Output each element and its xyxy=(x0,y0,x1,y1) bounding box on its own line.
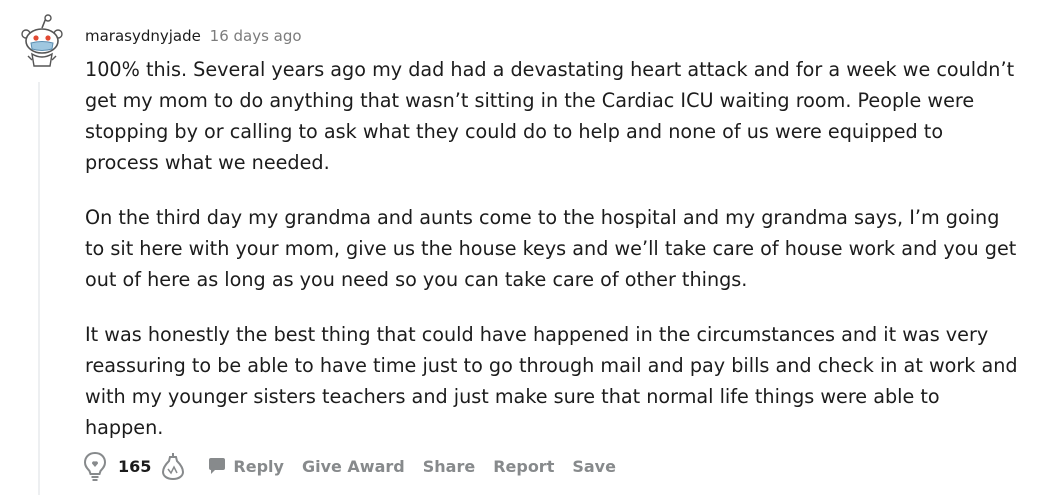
save-button[interactable]: Save xyxy=(572,457,616,476)
comment-paragraph: It was honestly the best thing that coul… xyxy=(85,323,1018,439)
comment-timestamp[interactable]: 16 days ago xyxy=(210,27,302,45)
downvote-bulb-icon xyxy=(162,453,185,481)
give-award-button[interactable]: Give Award xyxy=(302,457,405,476)
reply-button[interactable]: Reply xyxy=(207,456,284,476)
comment-header: marasydnyjade 16 days ago xyxy=(85,26,302,46)
upvote-bulb-icon xyxy=(83,451,107,481)
report-button[interactable]: Report xyxy=(493,457,554,476)
share-button[interactable]: Share xyxy=(423,457,475,476)
downvote-button[interactable] xyxy=(161,451,185,481)
thread-line[interactable] xyxy=(38,82,40,495)
report-label: Report xyxy=(493,456,555,476)
upvote-button[interactable] xyxy=(82,451,108,481)
user-avatar[interactable] xyxy=(18,14,66,70)
give-award-label: Give Award xyxy=(301,456,405,476)
snoo-avatar-icon xyxy=(21,14,63,67)
vote-count: 165 xyxy=(118,456,152,476)
comment-body: 100% this. Several years ago my dad had … xyxy=(85,54,1020,467)
speech-bubble-icon xyxy=(209,458,226,474)
comment-author[interactable]: marasydnyjade xyxy=(85,27,201,45)
reply-label: Reply xyxy=(233,456,284,476)
save-label: Save xyxy=(572,456,616,476)
comment-paragraph: 100% this. Several years ago my dad had … xyxy=(85,58,1015,174)
comment-actions: 165 Reply Give Award Share Report Save xyxy=(82,448,634,484)
comment-paragraph: On the third day my grandma and aunts co… xyxy=(85,206,1017,291)
share-label: Share xyxy=(422,456,476,476)
